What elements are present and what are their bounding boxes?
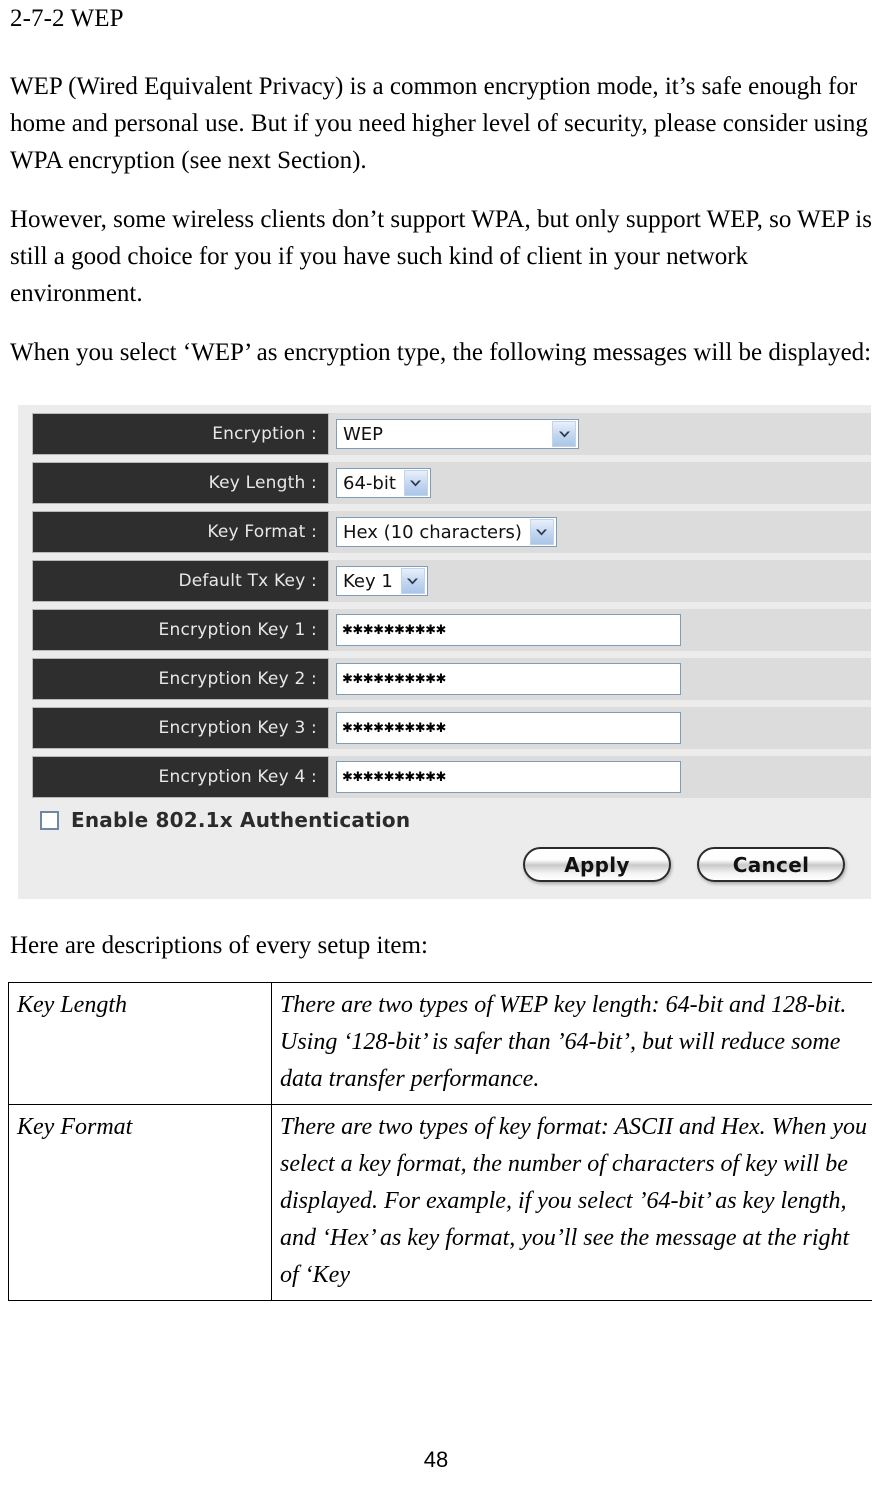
encryption-key-1-input[interactable]: ✱✱✱✱✱✱✱✱✱✱	[336, 614, 681, 646]
label-key-format: Key Format :	[32, 511, 329, 553]
description-key-format: There are two types of key format: ASCII…	[272, 1105, 872, 1301]
chevron-down-icon[interactable]	[401, 568, 425, 594]
label-default-tx-key: Default Tx Key :	[32, 560, 329, 602]
panel-action-buttons: Apply Cancel	[18, 847, 845, 882]
encryption-select[interactable]: WEP	[336, 419, 579, 449]
key-format-select-value: Hex (10 characters)	[343, 522, 530, 543]
default-tx-key-select-value: Key 1	[343, 571, 401, 592]
chevron-down-icon[interactable]	[552, 421, 576, 447]
field-default-tx-key: Key 1	[329, 560, 428, 602]
label-key-length: Key Length :	[32, 462, 329, 504]
document-page: 2-7-2 WEP WEP (Wired Equivalent Privacy)…	[0, 4, 872, 1489]
form-row-encryption-key-1: Encryption Key 1 : ✱✱✱✱✱✱✱✱✱✱	[18, 609, 871, 651]
label-encryption-key-3: Encryption Key 3 :	[32, 707, 329, 749]
chevron-down-icon[interactable]	[530, 519, 554, 545]
page-title: 2-7-2 WEP	[10, 4, 866, 34]
form-row-encryption-key-2: Encryption Key 2 : ✱✱✱✱✱✱✱✱✱✱	[18, 658, 871, 700]
label-encryption-key-2: Encryption Key 2 :	[32, 658, 329, 700]
page-number: 48	[0, 1447, 872, 1473]
field-encryption-key-2: ✱✱✱✱✱✱✱✱✱✱	[329, 658, 681, 700]
table-row: Key Length There are two types of WEP ke…	[9, 983, 872, 1105]
field-key-format: Hex (10 characters)	[329, 511, 557, 553]
paragraph-wep-clients: However, some wireless clients don’t sup…	[10, 201, 872, 312]
form-row-encryption-key-3: Encryption Key 3 : ✱✱✱✱✱✱✱✱✱✱	[18, 707, 871, 749]
paragraph-descriptions-intro: Here are descriptions of every setup ite…	[10, 927, 872, 964]
form-row-default-tx-key: Default Tx Key : Key 1	[18, 560, 871, 602]
field-encryption-key-4: ✱✱✱✱✱✱✱✱✱✱	[329, 756, 681, 798]
encryption-key-2-input[interactable]: ✱✱✱✱✱✱✱✱✱✱	[336, 663, 681, 695]
paragraph-wep-intro: WEP (Wired Equivalent Privacy) is a comm…	[10, 68, 872, 179]
label-encryption-key-4: Encryption Key 4 :	[32, 756, 329, 798]
apply-button[interactable]: Apply	[523, 847, 671, 882]
encryption-select-value: WEP	[343, 424, 391, 445]
setup-item-descriptions-table: Key Length There are two types of WEP ke…	[8, 982, 872, 1301]
encryption-key-4-input[interactable]: ✱✱✱✱✱✱✱✱✱✱	[336, 761, 681, 793]
description-key-length: There are two types of WEP key length: 6…	[272, 983, 872, 1105]
enable-8021x-row[interactable]: Enable 802.1x Authentication	[40, 805, 871, 835]
form-row-key-length: Key Length : 64-bit	[18, 462, 871, 504]
key-length-select[interactable]: 64-bit	[336, 468, 431, 498]
chevron-down-icon[interactable]	[404, 470, 428, 496]
table-row: Key Format There are two types of key fo…	[9, 1105, 872, 1301]
label-encryption: Encryption :	[32, 413, 329, 455]
enable-8021x-label: Enable 802.1x Authentication	[71, 808, 410, 832]
enable-8021x-checkbox[interactable]	[40, 811, 59, 830]
default-tx-key-select[interactable]: Key 1	[336, 566, 428, 596]
form-row-encryption: Encryption : WEP	[18, 413, 871, 455]
encryption-key-3-input[interactable]: ✱✱✱✱✱✱✱✱✱✱	[336, 712, 681, 744]
field-key-length: 64-bit	[329, 462, 431, 504]
wep-settings-panel: Encryption : WEP Key Length : 64-bit	[18, 405, 871, 899]
term-key-format: Key Format	[9, 1105, 272, 1301]
field-encryption-key-3: ✱✱✱✱✱✱✱✱✱✱	[329, 707, 681, 749]
field-encryption-key-1: ✱✱✱✱✱✱✱✱✱✱	[329, 609, 681, 651]
term-key-length: Key Length	[9, 983, 272, 1105]
paragraph-wep-select: When you select ‘WEP’ as encryption type…	[10, 334, 872, 371]
form-row-encryption-key-4: Encryption Key 4 : ✱✱✱✱✱✱✱✱✱✱	[18, 756, 871, 798]
cancel-button[interactable]: Cancel	[697, 847, 845, 882]
label-encryption-key-1: Encryption Key 1 :	[32, 609, 329, 651]
key-format-select[interactable]: Hex (10 characters)	[336, 517, 557, 547]
form-row-key-format: Key Format : Hex (10 characters)	[18, 511, 871, 553]
field-encryption: WEP	[329, 413, 579, 455]
key-length-select-value: 64-bit	[343, 473, 404, 494]
